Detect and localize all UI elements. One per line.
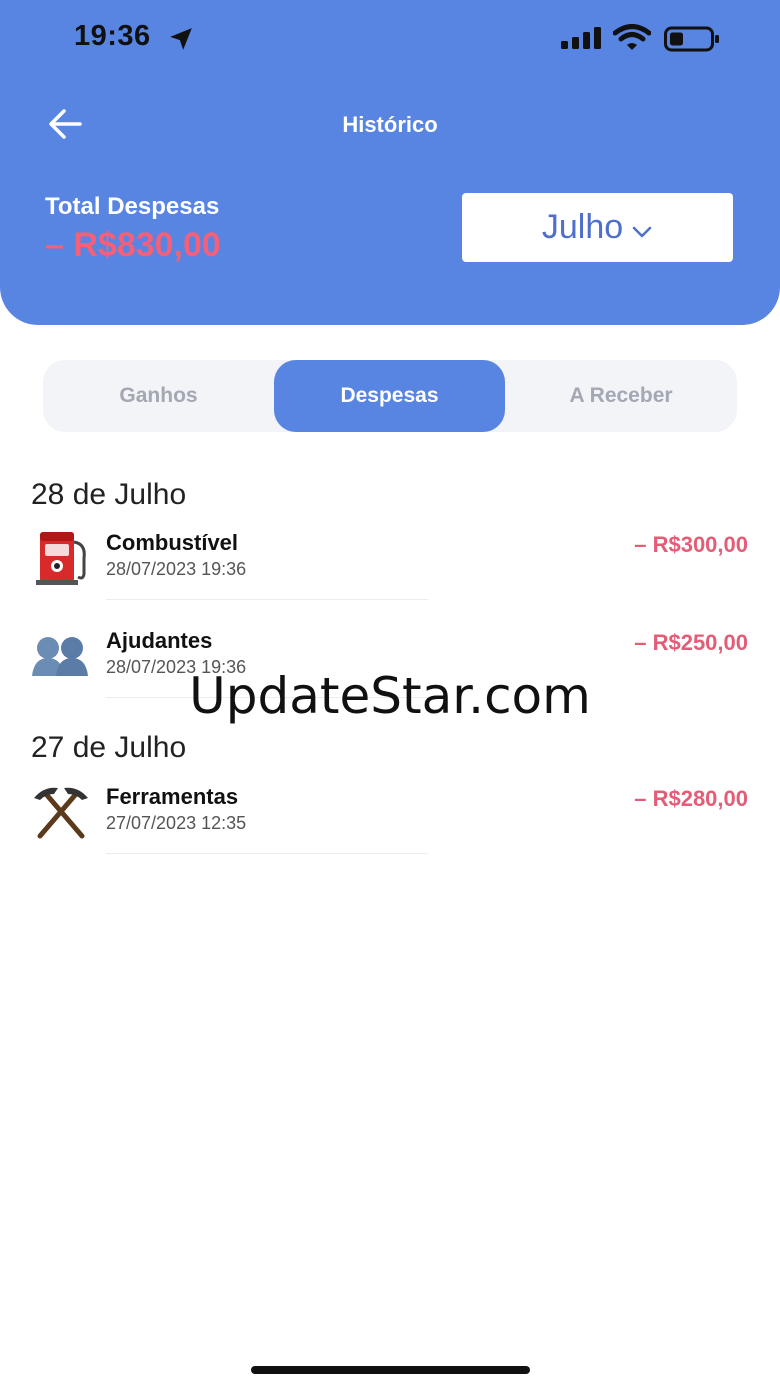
month-selector[interactable]: Julho [462, 193, 733, 262]
total-label: Total Despesas [45, 193, 220, 220]
date-heading: 28 de Julho [31, 478, 187, 511]
item-amount: – R$250,00 [634, 630, 748, 655]
tab-ganhos[interactable]: Ganhos [43, 360, 274, 432]
tab-despesas[interactable]: Despesas [274, 360, 505, 432]
tab-a-receber[interactable]: A Receber [505, 360, 737, 432]
hammer-pick-icon [34, 787, 88, 839]
item-amount: – R$300,00 [634, 532, 748, 557]
tab-bar: Ganhos Despesas A Receber [43, 360, 737, 432]
location-arrow-icon [170, 28, 192, 50]
item-name: Ajudantes [106, 628, 213, 653]
item-timestamp: 27/07/2023 12:35 [106, 813, 247, 833]
fuel-pump-icon [36, 532, 86, 585]
home-indicator[interactable] [251, 1366, 530, 1374]
item-amount: – R$280,00 [634, 786, 748, 811]
status-bar: 19:36 [0, 0, 780, 80]
battery-icon [664, 26, 719, 52]
cellular-signal-icon [561, 27, 601, 49]
status-time: 19:36 [74, 20, 151, 52]
month-selector-label: Julho [541, 208, 624, 246]
wifi-icon [613, 24, 651, 50]
chevron-down-icon [632, 226, 652, 237]
watermark: UpdateStar.com [189, 667, 591, 725]
date-heading: 27 de Julho [31, 731, 187, 764]
item-timestamp: 28/07/2023 19:36 [106, 559, 247, 579]
list-item[interactable]: Combustível 28/07/2023 19:36 – R$300,00 [0, 530, 780, 610]
total-value: – R$830,00 [45, 226, 221, 264]
item-name: Combustível [106, 530, 239, 555]
item-name: Ferramentas [106, 784, 239, 809]
page-title: Histórico [342, 112, 438, 137]
divider [106, 599, 428, 600]
header: 19:36 Histórico Total Despesas – R$830,0… [0, 0, 780, 325]
divider [106, 853, 428, 854]
list-item[interactable]: Ferramentas 27/07/2023 12:35 – R$280,00 [0, 784, 780, 864]
